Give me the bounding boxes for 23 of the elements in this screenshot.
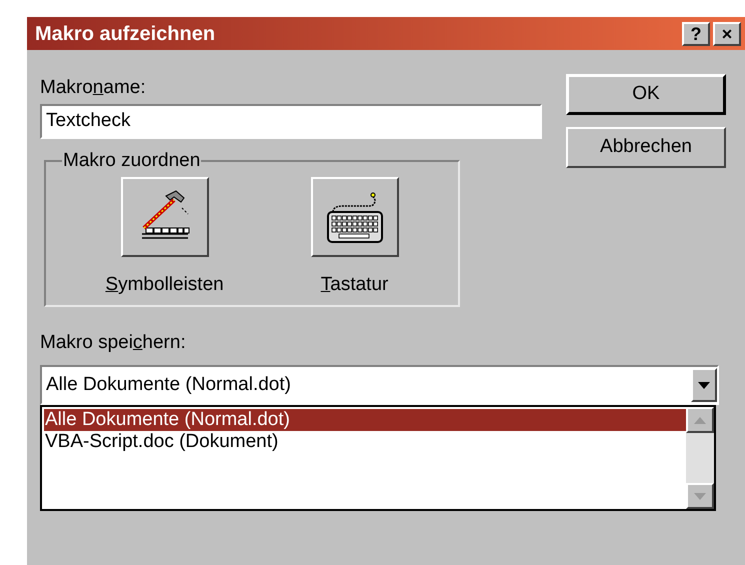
dropdown-arrow-button[interactable] bbox=[691, 368, 717, 402]
close-button[interactable]: × bbox=[713, 22, 741, 46]
group-title: Makro zuordnen bbox=[62, 148, 202, 172]
field-label: Makroname: bbox=[40, 76, 147, 100]
window-title: Makro aufzeichnen bbox=[34, 22, 216, 46]
toolbar-button[interactable] bbox=[120, 177, 209, 257]
help-button[interactable]: ? bbox=[682, 22, 710, 46]
field-label: Makro speichern: bbox=[40, 330, 187, 354]
button-caption: Symbolleisten bbox=[105, 273, 224, 297]
store-dropdown[interactable]: Alle Dokumente (Normal.dot) bbox=[40, 365, 719, 405]
macro-name-field[interactable]: Textcheck bbox=[40, 104, 542, 138]
button-caption: Tastatur bbox=[320, 273, 388, 297]
caret-icon bbox=[698, 382, 710, 388]
cancel-button[interactable]: Abbrechen bbox=[566, 127, 726, 168]
dropdown-value: Alle Dokumente (Normal.dot) bbox=[45, 372, 291, 397]
scroll-down-button[interactable] bbox=[686, 483, 714, 509]
keyboard-button[interactable] bbox=[310, 177, 399, 257]
scroll-up-button[interactable] bbox=[686, 407, 714, 433]
up-arrow-icon bbox=[694, 416, 706, 424]
dropdown-option[interactable]: Alle Dokumente (Normal.dot) bbox=[44, 409, 686, 431]
ok-button[interactable]: OK bbox=[566, 74, 726, 115]
down-arrow-icon bbox=[694, 492, 706, 500]
dropdown-option[interactable]: VBA-Script.doc (Dokument) bbox=[44, 431, 686, 453]
